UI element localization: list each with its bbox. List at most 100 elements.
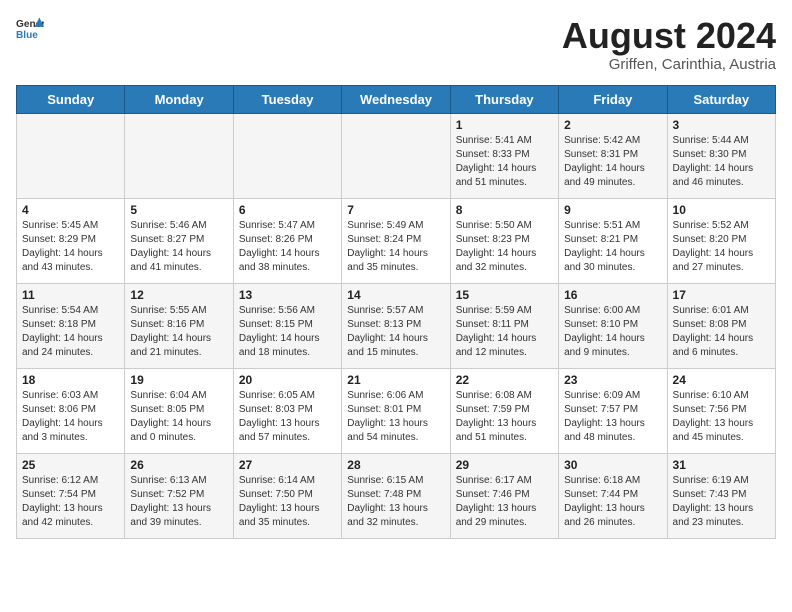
- day-info: Sunrise: 5:57 AM Sunset: 8:13 PM Dayligh…: [347, 304, 444, 360]
- calendar-title: August 2024: [562, 16, 776, 56]
- day-info: Sunrise: 5:51 AM Sunset: 8:21 PM Dayligh…: [564, 219, 661, 275]
- calendar-cell: 20Sunrise: 6:05 AM Sunset: 8:03 PM Dayli…: [233, 368, 341, 453]
- day-info: Sunrise: 6:13 AM Sunset: 7:52 PM Dayligh…: [130, 474, 227, 530]
- day-number: 8: [456, 203, 553, 217]
- calendar-cell: 27 Sunrise: 6:14 AM Sunset: 7:50 PM Dayli…: [233, 453, 341, 538]
- weekday-header-tuesday: Tuesday: [233, 85, 341, 113]
- day-info: Sunrise: 5:46 AM Sunset: 8:27 PM Dayligh…: [130, 219, 227, 275]
- logo-icon: General Blue: [16, 16, 44, 44]
- day-number: 27: [239, 458, 336, 472]
- day-number: 30: [564, 458, 661, 472]
- calendar-cell: 2 Sunrise: 5:42 AM Sunset: 8:31 PM Daylig…: [559, 113, 667, 198]
- calendar-cell: 19 Sunrise: 6:04 AM Sunset: 8:05 PM Dayli…: [125, 368, 233, 453]
- day-number: 6: [239, 203, 336, 217]
- calendar-cell: 18 Sunrise: 6:03 AM Sunset: 8:06 PM Dayli…: [17, 368, 125, 453]
- calendar-cell: [233, 113, 341, 198]
- logo: General Blue: [16, 16, 44, 44]
- calendar-cell: 26 Sunrise: 6:13 AM Sunset: 7:52 PM Dayli…: [125, 453, 233, 538]
- day-number: 3: [673, 118, 770, 132]
- day-info: Sunrise: 5:44 AM Sunset: 8:30 PM Dayligh…: [673, 134, 770, 190]
- day-info: Sunrise: 5:59 AM Sunset: 8:11 PM Dayligh…: [456, 304, 553, 360]
- calendar-location: Griffen, Carinthia, Austria: [562, 56, 776, 73]
- day-info: Sunrise: 6:19 AM Sunset: 7:43 PM Dayligh…: [673, 474, 770, 530]
- day-info: Sunrise: 5:52 AM Sunset: 8:20 PM Dayligh…: [673, 219, 770, 275]
- day-info: Sunrise: 6:15 AM Sunset: 7:48 PM Dayligh…: [347, 474, 444, 530]
- day-number: 10: [673, 203, 770, 217]
- day-info: Sunrise: 5:56 AM Sunset: 8:15 PM Dayligh…: [239, 304, 336, 360]
- day-number: 14: [347, 288, 444, 302]
- calendar-week-row: 25Sunrise: 6:12 AM Sunset: 7:54 PM Dayli…: [17, 453, 776, 538]
- calendar-body: 1 Sunrise: 5:41 AM Sunset: 8:33 PM Daylig…: [17, 113, 776, 538]
- calendar-cell: 3 Sunrise: 5:44 AM Sunset: 8:30 PM Daylig…: [667, 113, 775, 198]
- day-info: Sunrise: 5:50 AM Sunset: 8:23 PM Dayligh…: [456, 219, 553, 275]
- day-number: 18: [22, 373, 119, 387]
- calendar-header: SundayMondayTuesdayWednesdayThursdayFrid…: [17, 85, 776, 113]
- calendar-cell: 16Sunrise: 6:00 AM Sunset: 8:10 PM Dayli…: [559, 283, 667, 368]
- day-info: Sunrise: 6:04 AM Sunset: 8:05 PM Dayligh…: [130, 389, 227, 445]
- day-number: 26: [130, 458, 227, 472]
- calendar-week-row: 1 Sunrise: 5:41 AM Sunset: 8:33 PM Daylig…: [17, 113, 776, 198]
- calendar-cell: 25Sunrise: 6:12 AM Sunset: 7:54 PM Dayli…: [17, 453, 125, 538]
- calendar-week-row: 18 Sunrise: 6:03 AM Sunset: 8:06 PM Dayli…: [17, 368, 776, 453]
- day-info: Sunrise: 5:55 AM Sunset: 8:16 PM Dayligh…: [130, 304, 227, 360]
- calendar-cell: 1 Sunrise: 5:41 AM Sunset: 8:33 PM Daylig…: [450, 113, 558, 198]
- day-info: Sunrise: 6:08 AM Sunset: 7:59 PM Dayligh…: [456, 389, 553, 445]
- day-info: Sunrise: 6:18 AM Sunset: 7:44 PM Dayligh…: [564, 474, 661, 530]
- day-info: Sunrise: 6:01 AM Sunset: 8:08 PM Dayligh…: [673, 304, 770, 360]
- calendar-cell: 29Sunrise: 6:17 AM Sunset: 7:46 PM Dayli…: [450, 453, 558, 538]
- weekday-header-saturday: Saturday: [667, 85, 775, 113]
- calendar-cell: [17, 113, 125, 198]
- day-info: Sunrise: 5:54 AM Sunset: 8:18 PM Dayligh…: [22, 304, 119, 360]
- calendar-cell: 13 Sunrise: 5:56 AM Sunset: 8:15 PM Dayli…: [233, 283, 341, 368]
- calendar-week-row: 4 Sunrise: 5:45 AM Sunset: 8:29 PM Daylig…: [17, 198, 776, 283]
- day-info: Sunrise: 6:14 AM Sunset: 7:50 PM Dayligh…: [239, 474, 336, 530]
- calendar-cell: 7Sunrise: 5:49 AM Sunset: 8:24 PM Daylig…: [342, 198, 450, 283]
- day-number: 17: [673, 288, 770, 302]
- day-number: 21: [347, 373, 444, 387]
- calendar-table: SundayMondayTuesdayWednesdayThursdayFrid…: [16, 85, 776, 539]
- page-header: General Blue August 2024 Griffen, Carint…: [16, 16, 776, 73]
- calendar-cell: 24 Sunrise: 6:10 AM Sunset: 7:56 PM Dayli…: [667, 368, 775, 453]
- day-number: 11: [22, 288, 119, 302]
- day-number: 12: [130, 288, 227, 302]
- calendar-week-row: 11 Sunrise: 5:54 AM Sunset: 8:18 PM Dayli…: [17, 283, 776, 368]
- day-number: 23: [564, 373, 661, 387]
- calendar-cell: 5 Sunrise: 5:46 AM Sunset: 8:27 PM Daylig…: [125, 198, 233, 283]
- day-info: Sunrise: 5:42 AM Sunset: 8:31 PM Dayligh…: [564, 134, 661, 190]
- day-number: 19: [130, 373, 227, 387]
- weekday-header-thursday: Thursday: [450, 85, 558, 113]
- calendar-cell: [342, 113, 450, 198]
- calendar-cell: 14 Sunrise: 5:57 AM Sunset: 8:13 PM Dayli…: [342, 283, 450, 368]
- day-info: Sunrise: 6:17 AM Sunset: 7:46 PM Dayligh…: [456, 474, 553, 530]
- calendar-cell: 11 Sunrise: 5:54 AM Sunset: 8:18 PM Dayli…: [17, 283, 125, 368]
- day-number: 13: [239, 288, 336, 302]
- calendar-cell: 31 Sunrise: 6:19 AM Sunset: 7:43 PM Dayli…: [667, 453, 775, 538]
- title-block: August 2024 Griffen, Carinthia, Austria: [562, 16, 776, 73]
- day-number: 25: [22, 458, 119, 472]
- calendar-cell: 30 Sunrise: 6:18 AM Sunset: 7:44 PM Dayli…: [559, 453, 667, 538]
- svg-text:Blue: Blue: [16, 30, 38, 41]
- day-number: 4: [22, 203, 119, 217]
- weekday-header-row: SundayMondayTuesdayWednesdayThursdayFrid…: [17, 85, 776, 113]
- calendar-cell: 10 Sunrise: 5:52 AM Sunset: 8:20 PM Dayli…: [667, 198, 775, 283]
- day-number: 5: [130, 203, 227, 217]
- calendar-cell: 17 Sunrise: 6:01 AM Sunset: 8:08 PM Dayli…: [667, 283, 775, 368]
- calendar-cell: 23 Sunrise: 6:09 AM Sunset: 7:57 PM Dayli…: [559, 368, 667, 453]
- day-info: Sunrise: 5:47 AM Sunset: 8:26 PM Dayligh…: [239, 219, 336, 275]
- day-number: 24: [673, 373, 770, 387]
- day-info: Sunrise: 5:41 AM Sunset: 8:33 PM Dayligh…: [456, 134, 553, 190]
- day-info: Sunrise: 6:03 AM Sunset: 8:06 PM Dayligh…: [22, 389, 119, 445]
- day-number: 9: [564, 203, 661, 217]
- day-number: 31: [673, 458, 770, 472]
- weekday-header-friday: Friday: [559, 85, 667, 113]
- day-number: 1: [456, 118, 553, 132]
- day-info: Sunrise: 5:49 AM Sunset: 8:24 PM Dayligh…: [347, 219, 444, 275]
- calendar-cell: 12 Sunrise: 5:55 AM Sunset: 8:16 PM Dayli…: [125, 283, 233, 368]
- day-info: Sunrise: 6:09 AM Sunset: 7:57 PM Dayligh…: [564, 389, 661, 445]
- calendar-cell: 28Sunrise: 6:15 AM Sunset: 7:48 PM Dayli…: [342, 453, 450, 538]
- calendar-cell: 8 Sunrise: 5:50 AM Sunset: 8:23 PM Daylig…: [450, 198, 558, 283]
- day-info: Sunrise: 6:10 AM Sunset: 7:56 PM Dayligh…: [673, 389, 770, 445]
- day-info: Sunrise: 5:45 AM Sunset: 8:29 PM Dayligh…: [22, 219, 119, 275]
- weekday-header-wednesday: Wednesday: [342, 85, 450, 113]
- day-number: 2: [564, 118, 661, 132]
